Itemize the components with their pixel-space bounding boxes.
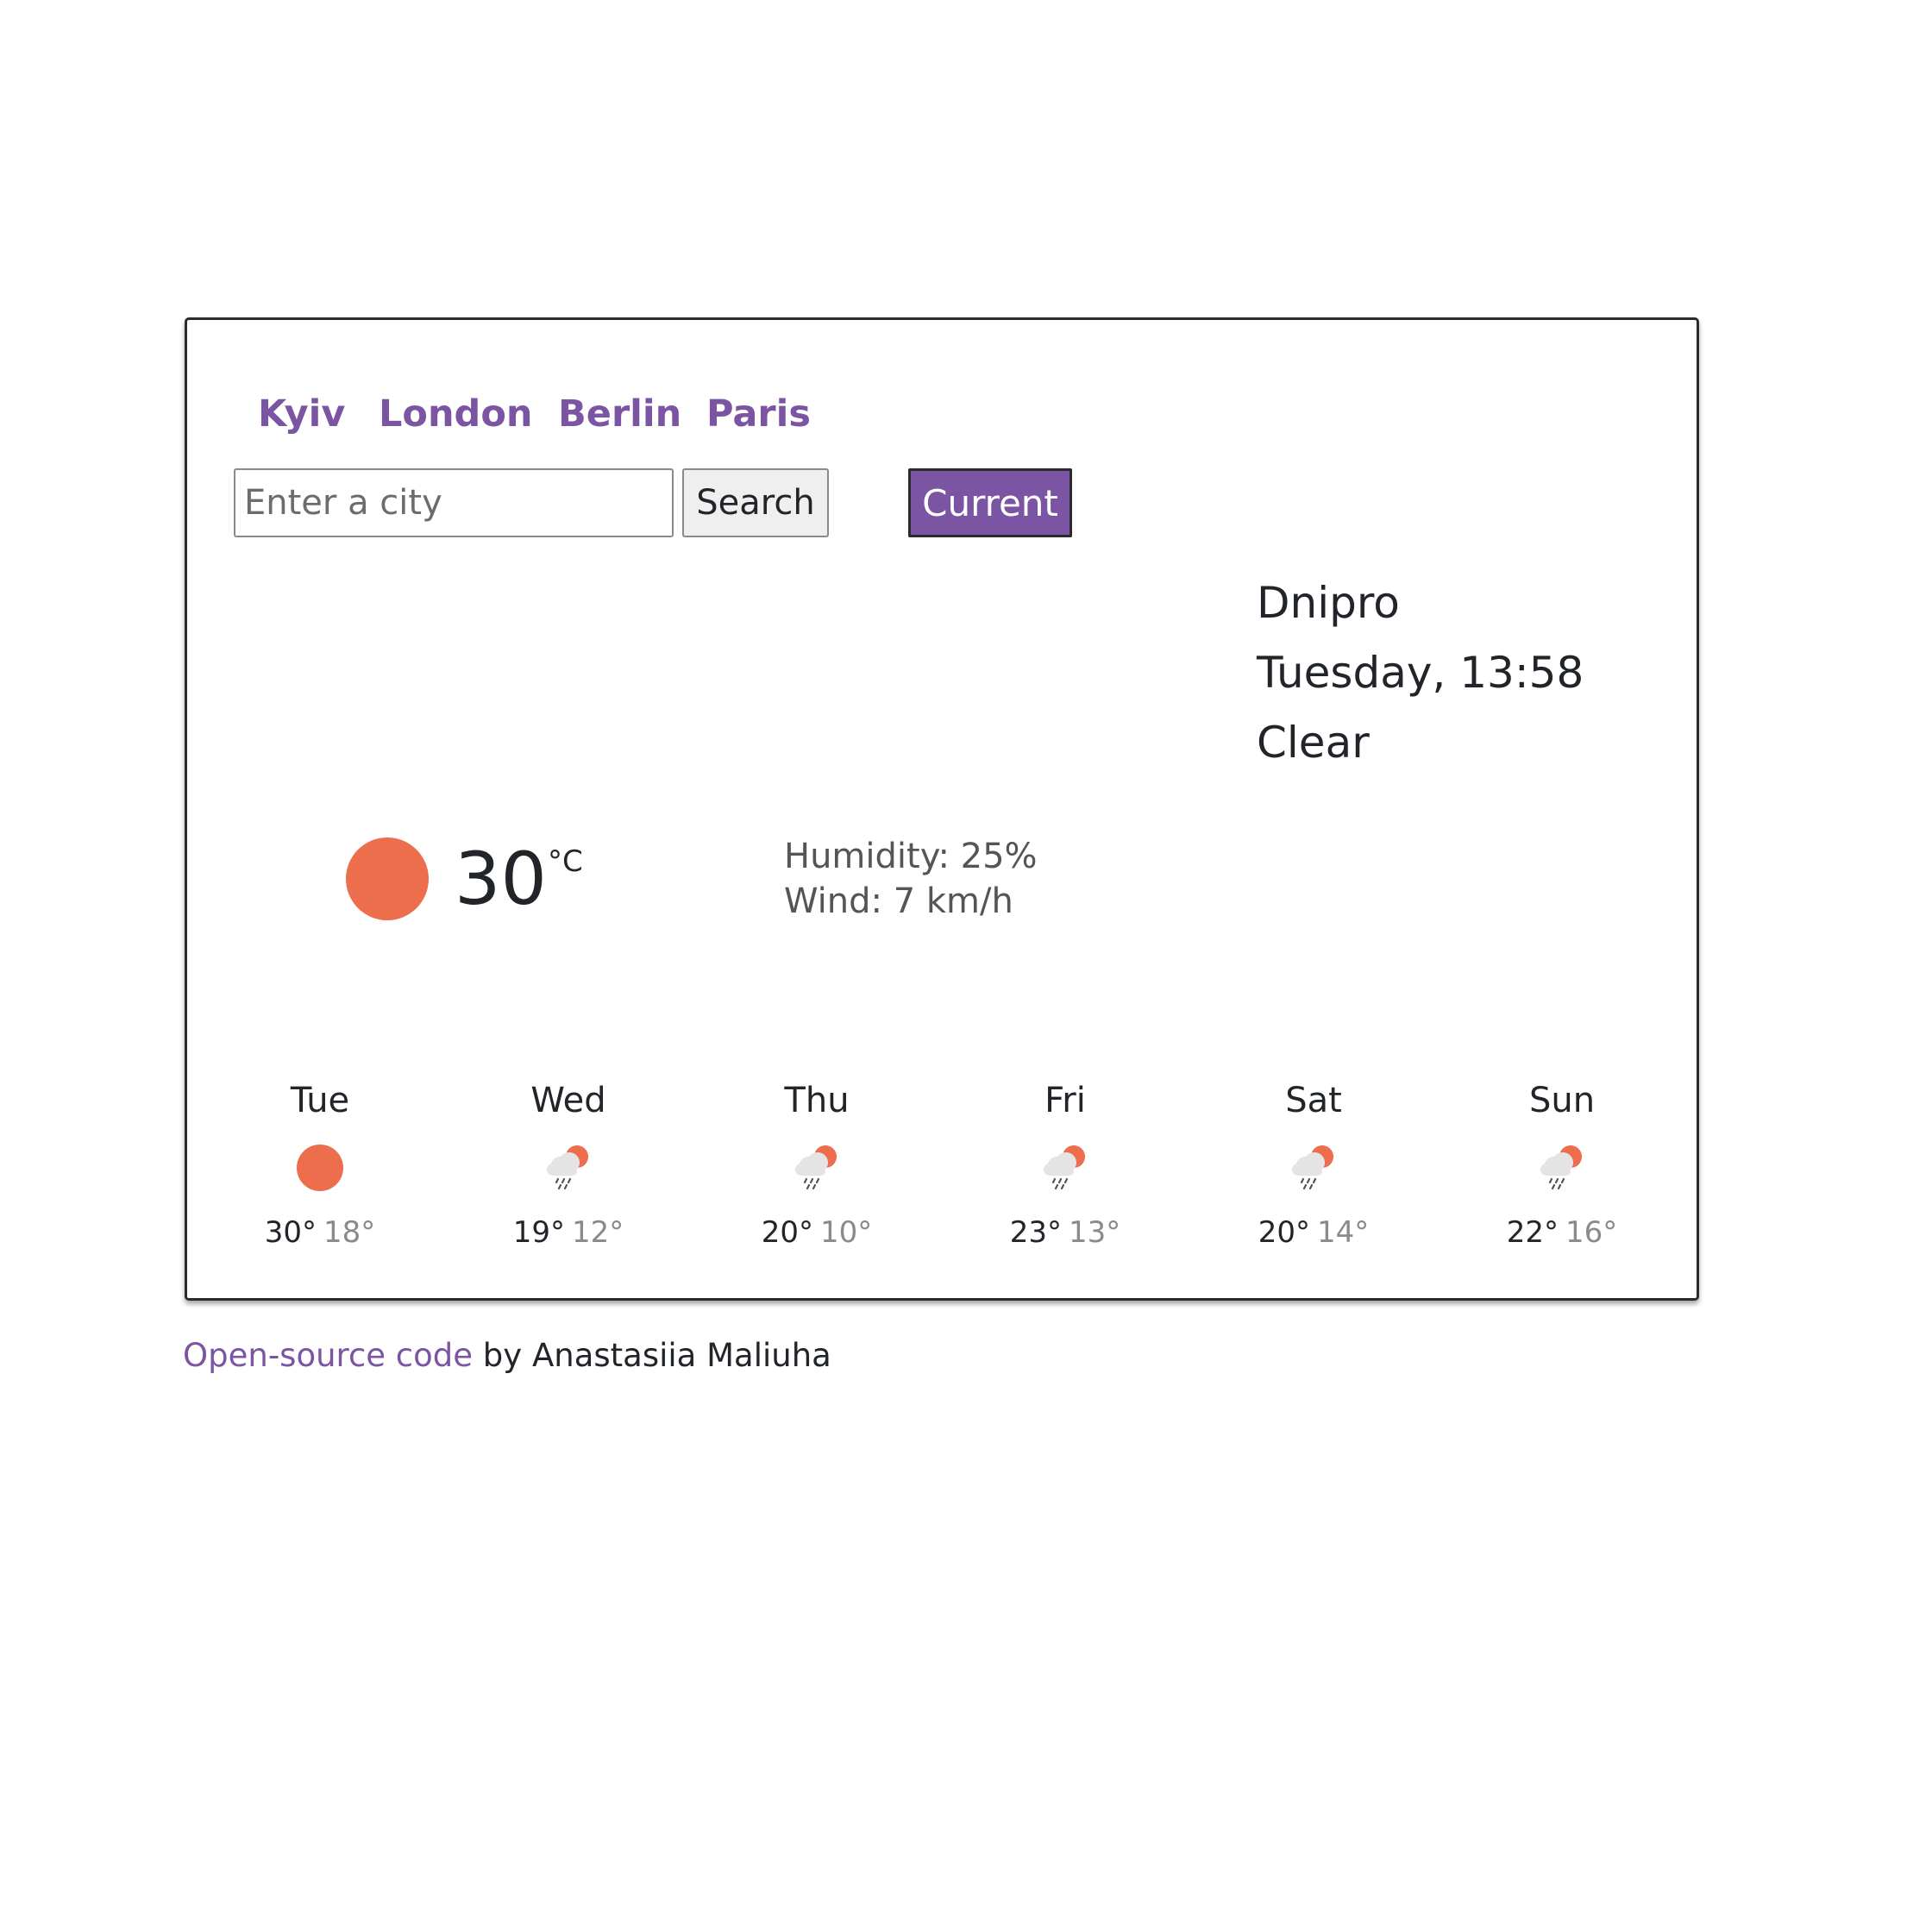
forecast-icon-wrap	[1227, 1131, 1400, 1214]
city-link-berlin[interactable]: Berlin	[558, 392, 681, 436]
forecast-min-temp: 13°	[1069, 1215, 1121, 1250]
forecast-temps: 23° 13°	[979, 1214, 1151, 1251]
forecast-day: Fri 23° 13°	[979, 1079, 1151, 1251]
weather-card: Kyiv London Berlin Paris Search Current …	[185, 317, 1699, 1301]
forecast-max-temp: 23°	[1009, 1215, 1062, 1250]
rain-sun-icon	[1540, 1145, 1582, 1190]
open-source-link[interactable]: Open-source code	[183, 1337, 473, 1374]
forecast-max-temp: 30°	[264, 1215, 317, 1250]
forecast-temps: 20° 10°	[731, 1214, 903, 1251]
forecast-icon-wrap	[979, 1131, 1151, 1214]
forecast-max-temp: 20°	[1258, 1215, 1310, 1250]
forecast-icon-wrap	[731, 1131, 903, 1214]
forecast-min-temp: 10°	[820, 1215, 873, 1250]
forecast-day: Thu 20° 10°	[731, 1079, 903, 1251]
wind-speed: Wind: 7 km/h	[784, 881, 1013, 921]
city-link-paris[interactable]: Paris	[706, 392, 811, 436]
forecast-max-temp: 19°	[512, 1215, 565, 1250]
forecast-max-temp: 22°	[1506, 1215, 1559, 1250]
current-temperature: 30	[455, 837, 547, 921]
sun-icon	[346, 837, 429, 920]
temperature-unit-celsius[interactable]: °C	[548, 844, 583, 879]
humidity: Humidity: 25%	[784, 837, 1038, 876]
forecast-day-name: Tue	[290, 1081, 350, 1120]
forecast-day-name: Sat	[1285, 1081, 1342, 1120]
forecast-day: Sun 22° 16°	[1476, 1079, 1648, 1251]
search-button[interactable]: Search	[682, 468, 829, 537]
footer: Open-source code by Anastasiia Maliuha	[183, 1337, 831, 1374]
forecast-icon-wrap	[1476, 1131, 1648, 1214]
rain-sun-icon	[547, 1145, 588, 1190]
city-search-input[interactable]	[234, 468, 674, 537]
forecast-day: Tue 30° 18°	[234, 1079, 406, 1251]
forecast-day: Wed 19° 12°	[482, 1079, 655, 1251]
forecast-temps: 22° 16°	[1476, 1214, 1648, 1251]
forecast-day-name: Fri	[1044, 1081, 1086, 1120]
weather-description: Clear	[1257, 718, 1370, 768]
forecast-min-temp: 18°	[323, 1215, 376, 1250]
forecast-min-temp: 16°	[1565, 1215, 1618, 1250]
forecast-temps: 19° 12°	[482, 1214, 655, 1251]
forecast-day-name: Sun	[1528, 1081, 1596, 1120]
forecast-min-temp: 12°	[572, 1215, 624, 1250]
forecast-icon-wrap	[234, 1131, 406, 1214]
rain-sun-icon	[1292, 1145, 1333, 1190]
forecast-temps: 20° 14°	[1227, 1214, 1400, 1251]
forecast-temps: 30° 18°	[234, 1214, 406, 1251]
forecast-min-temp: 14°	[1317, 1215, 1370, 1250]
forecast-day: Sat 20° 14°	[1227, 1079, 1400, 1251]
weather-details: Humidity: 25% Wind: 7 km/h	[784, 834, 1038, 924]
city-link-london[interactable]: London	[379, 392, 533, 436]
rain-sun-icon	[795, 1145, 837, 1190]
forecast-day-name: Thu	[784, 1081, 850, 1120]
footer-author: by Anastasiia Maliuha	[473, 1337, 831, 1374]
rain-sun-icon	[1044, 1145, 1085, 1190]
current-location-button[interactable]: Current	[908, 468, 1072, 537]
date-time: Tuesday, 13:58	[1257, 648, 1584, 698]
city-name: Dnipro	[1257, 578, 1400, 628]
page: Kyiv London Berlin Paris Search Current …	[0, 0, 1932, 1932]
location-info: Dnipro Tuesday, 13:58 Clear	[1257, 568, 1584, 778]
city-link-kyiv[interactable]: Kyiv	[258, 392, 345, 436]
forecast-icon-wrap	[482, 1131, 655, 1214]
sun-icon	[297, 1145, 343, 1191]
forecast-max-temp: 20°	[761, 1215, 813, 1250]
forecast-day-name: Wed	[530, 1081, 606, 1120]
